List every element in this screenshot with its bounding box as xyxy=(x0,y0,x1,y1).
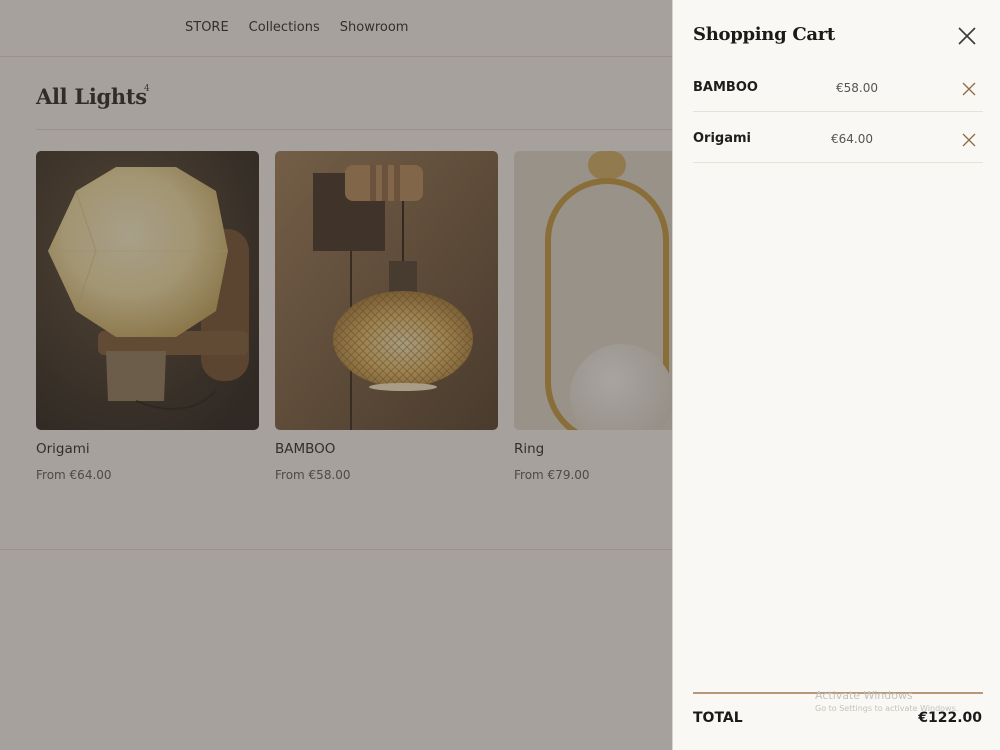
close-icon xyxy=(958,27,976,45)
cart-item-name[interactable]: BAMBOO xyxy=(693,80,758,95)
total-label: TOTAL xyxy=(693,710,743,726)
remove-item-button[interactable] xyxy=(962,132,976,147)
remove-icon xyxy=(962,133,976,147)
remove-item-button[interactable] xyxy=(962,81,976,96)
cart-item-price: €64.00 xyxy=(831,132,873,146)
cart-title: Shopping Cart xyxy=(693,24,835,45)
cart-item-price: €58.00 xyxy=(836,81,878,95)
remove-icon xyxy=(962,82,976,96)
cart-item-bamboo: BAMBOO €58.00 xyxy=(693,61,983,112)
cart-item-origami: Origami €64.00 xyxy=(693,112,983,163)
close-cart-button[interactable] xyxy=(957,26,977,46)
shopping-cart-drawer: Shopping Cart BAMBOO €58.00 Origami €64.… xyxy=(672,0,1000,750)
total-value: €122.00 xyxy=(918,710,982,726)
cart-items-list: BAMBOO €58.00 Origami €64.00 xyxy=(693,61,983,163)
cart-backdrop-overlay[interactable] xyxy=(0,0,672,750)
watermark-title: Activate Windows xyxy=(815,689,913,702)
cart-item-name[interactable]: Origami xyxy=(693,131,751,146)
